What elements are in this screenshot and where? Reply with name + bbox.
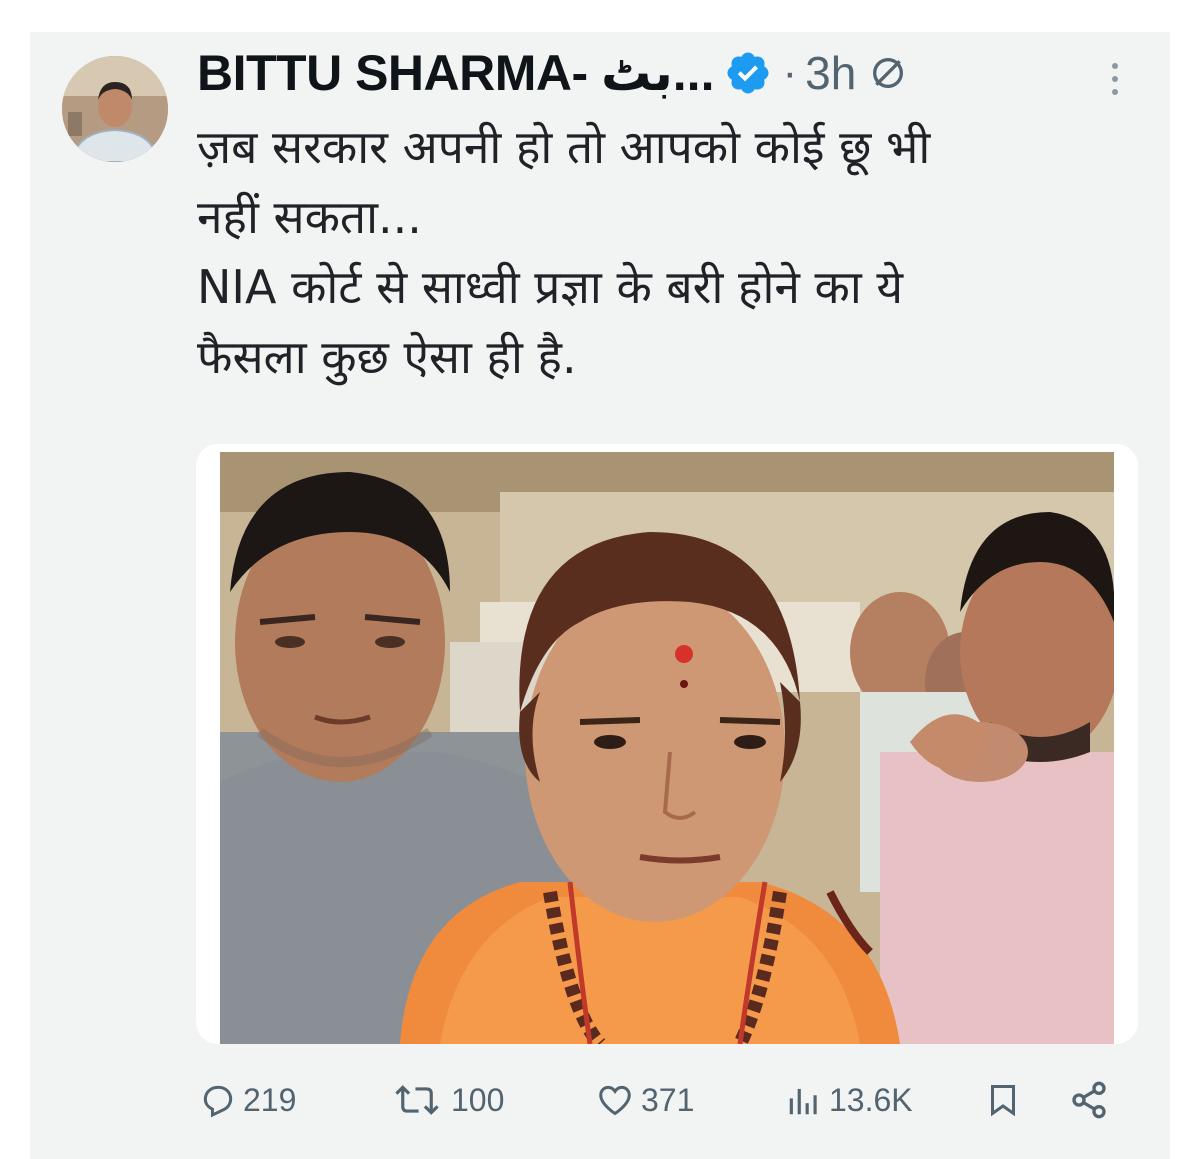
- author-avatar[interactable]: [62, 56, 168, 162]
- tweet-text-line: ज़ब सरकार अपनी हो तो आपको कोई छू भी: [197, 120, 931, 174]
- like-count: 371: [641, 1081, 695, 1118]
- tweet-header: BITTU SHARMA- بٹ... · 3h: [197, 38, 908, 108]
- tweet-actions: 219 100 371 13.6K: [197, 1072, 1117, 1128]
- reply-button[interactable]: 219: [199, 1072, 296, 1128]
- repost-button[interactable]: 100: [389, 1072, 504, 1128]
- restricted-icon: [873, 58, 904, 88]
- tweet-media[interactable]: [196, 444, 1138, 1044]
- share-button[interactable]: [1069, 1072, 1109, 1128]
- repost-count: 100: [451, 1081, 505, 1118]
- repost-icon: [395, 1085, 439, 1115]
- share-icon: [1072, 1081, 1106, 1119]
- like-button[interactable]: 371: [595, 1072, 694, 1128]
- heart-icon: [599, 1085, 631, 1116]
- separator-dot: ·: [782, 48, 798, 97]
- tweet-text: ज़ब सरकार अपनी हो तो आपको कोई छू भी नहीं…: [197, 112, 1137, 392]
- verified-badge-icon: [727, 52, 769, 94]
- reply-count: 219: [243, 1081, 297, 1118]
- bookmark-button[interactable]: [985, 1072, 1021, 1128]
- reply-icon: [203, 1085, 233, 1118]
- tweet-time[interactable]: 3h: [805, 46, 856, 100]
- bookmark-icon: [991, 1085, 1015, 1117]
- more-icon[interactable]: [1108, 60, 1122, 98]
- views-icon: [789, 1088, 817, 1115]
- tweet-text-line: नहीं सकता...: [197, 190, 422, 244]
- author-name[interactable]: BITTU SHARMA- بٹ...: [197, 44, 715, 102]
- views-button[interactable]: 13.6K: [785, 1072, 913, 1128]
- tweet-text-line: NIA कोर्ट से साध्वी प्रज्ञा के बरी होने …: [197, 260, 904, 314]
- tweet-text-line: फैसला कुछ ऐसा ही है.: [197, 330, 577, 384]
- views-count: 13.6K: [829, 1081, 913, 1118]
- tweet-photo: [220, 452, 1114, 1044]
